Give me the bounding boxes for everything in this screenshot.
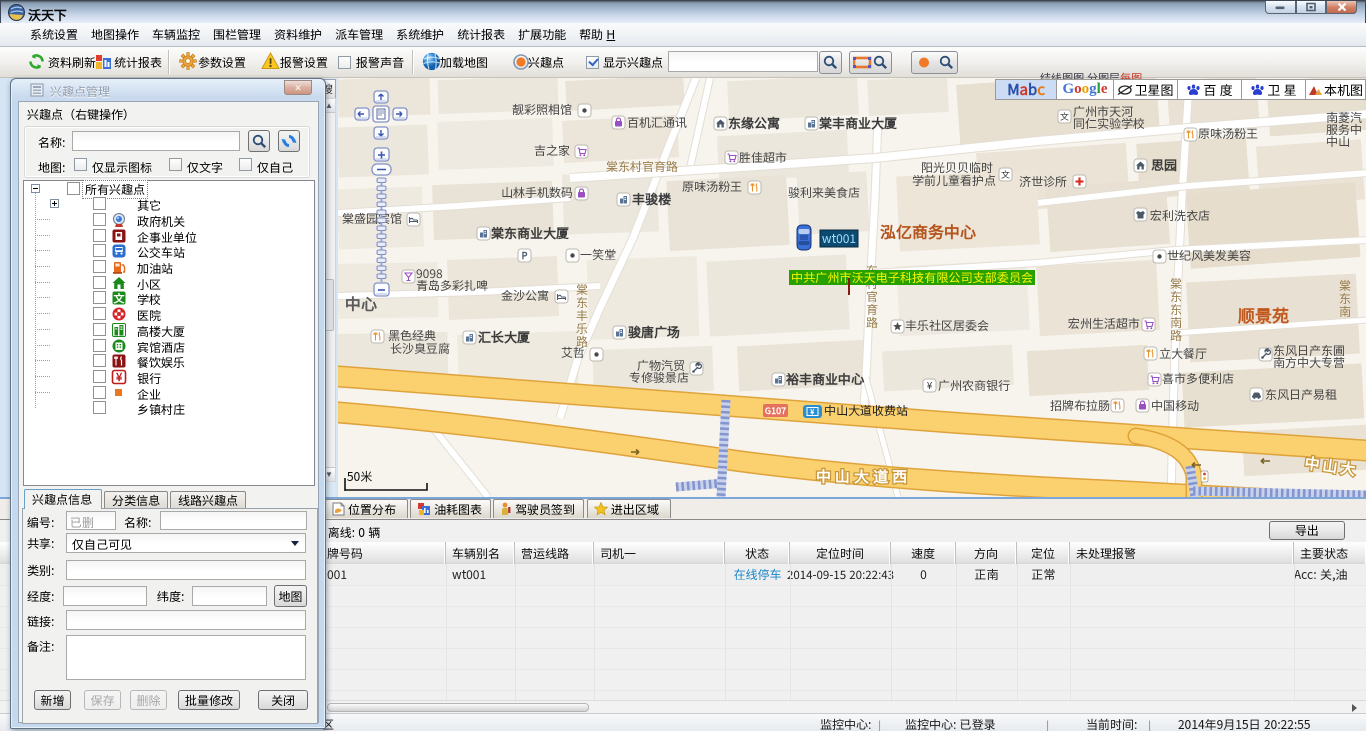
svg-text:原味汤粉王: 原味汤粉王 xyxy=(682,178,742,195)
svg-text:中山大道收费站: 中山大道收费站 xyxy=(824,402,908,419)
svg-text:¥: ¥ xyxy=(810,408,815,418)
svg-text:中国移动: 中国移动 xyxy=(1151,397,1199,414)
svg-text:丰骏楼: 丰骏楼 xyxy=(632,189,671,208)
svg-text:文: 文 xyxy=(1060,110,1070,123)
svg-text:中心: 中心 xyxy=(345,291,378,315)
svg-text:喜市多便利店: 喜市多便利店 xyxy=(1162,370,1234,387)
svg-text:胜佳超市: 胜佳超市 xyxy=(739,149,787,166)
svg-text:泓亿商务中心: 泓亿商务中心 xyxy=(880,219,977,243)
svg-text:一笑堂: 一笑堂 xyxy=(580,246,616,263)
svg-text:骏利来美食店: 骏利来美食店 xyxy=(788,184,860,201)
svg-text:济世诊所: 济世诊所 xyxy=(1019,173,1067,190)
svg-text:棠东东南路: 棠东东南路 xyxy=(1169,275,1182,344)
svg-text:世纪风美发美容: 世纪风美发美容 xyxy=(1167,247,1251,264)
svg-text:¥: ¥ xyxy=(115,370,122,385)
svg-text:棠东丰乐路: 棠东丰乐路 xyxy=(575,281,588,350)
svg-text:宏州生活超市: 宏州生活超市 xyxy=(1068,315,1140,332)
svg-text:50米: 50米 xyxy=(347,468,372,485)
svg-text:G107: G107 xyxy=(764,404,786,417)
svg-text:东缘公寓: 东缘公寓 xyxy=(728,113,780,132)
svg-text:长沙臭豆腐: 长沙臭豆腐 xyxy=(390,340,450,357)
svg-text:骏唐广场: 骏唐广场 xyxy=(628,322,680,341)
svg-text:学前儿童看护点: 学前儿童看护点 xyxy=(912,172,996,189)
svg-text:招牌布拉肠: 招牌布拉肠 xyxy=(1050,397,1110,414)
svg-text:原味汤粉王: 原味汤粉王 xyxy=(1198,125,1258,142)
svg-text:汇长大厦: 汇长大厦 xyxy=(477,327,531,346)
svg-text:棠东南: 棠东南 xyxy=(1338,277,1351,320)
svg-text:中山: 中山 xyxy=(1326,133,1350,150)
svg-text:文: 文 xyxy=(114,291,126,307)
svg-text:金沙公寓: 金沙公寓 xyxy=(500,287,549,304)
svg-text:靓彩照相馆: 靓彩照相馆 xyxy=(512,101,572,118)
svg-text:中共广州市沃天电子科技有限公司支部委员会: 中共广州市沃天电子科技有限公司支部委员会 xyxy=(791,269,1033,286)
svg-text:思园: 思园 xyxy=(1151,155,1177,174)
svg-text:广州农商银行: 广州农商银行 xyxy=(938,377,1010,394)
svg-text:棠东村官育路: 棠东村官育路 xyxy=(605,158,678,175)
svg-text:wt001: wt001 xyxy=(822,230,856,247)
svg-text:艾哲: 艾哲 xyxy=(561,344,585,361)
svg-text:丰乐社区居委会: 丰乐社区居委会 xyxy=(905,317,989,334)
svg-text:文: 文 xyxy=(1001,168,1011,181)
svg-text:裕丰商业中心: 裕丰商业中心 xyxy=(785,369,864,388)
svg-text:中山大道西: 中山大道西 xyxy=(816,466,911,487)
svg-text:棠盛园宾馆: 棠盛园宾馆 xyxy=(341,210,402,227)
svg-text:吉之家: 吉之家 xyxy=(534,142,570,159)
svg-text:同仁实验学校: 同仁实验学校 xyxy=(1073,115,1145,132)
svg-text:P: P xyxy=(521,248,528,262)
svg-text:顺景苑: 顺景苑 xyxy=(1238,302,1289,327)
svg-text:棠东商业大厦: 棠东商业大厦 xyxy=(490,223,570,242)
svg-text:山林手机数码: 山林手机数码 xyxy=(501,184,573,201)
svg-text:宏利洗衣店: 宏利洗衣店 xyxy=(1150,207,1210,224)
svg-text:百机汇通讯: 百机汇通讯 xyxy=(627,114,687,131)
svg-text:南方中大专营: 南方中大专营 xyxy=(1273,354,1345,371)
svg-text:专修骏景店: 专修骏景店 xyxy=(629,369,689,386)
svg-text:立大餐厅: 立大餐厅 xyxy=(1159,345,1207,362)
svg-text:棠丰商业大厦: 棠丰商业大厦 xyxy=(818,113,898,132)
svg-text:东风日产易租: 东风日产易租 xyxy=(1265,386,1337,403)
svg-text:青岛多彩扎啤: 青岛多彩扎啤 xyxy=(416,277,488,294)
svg-text:¥: ¥ xyxy=(927,378,932,392)
